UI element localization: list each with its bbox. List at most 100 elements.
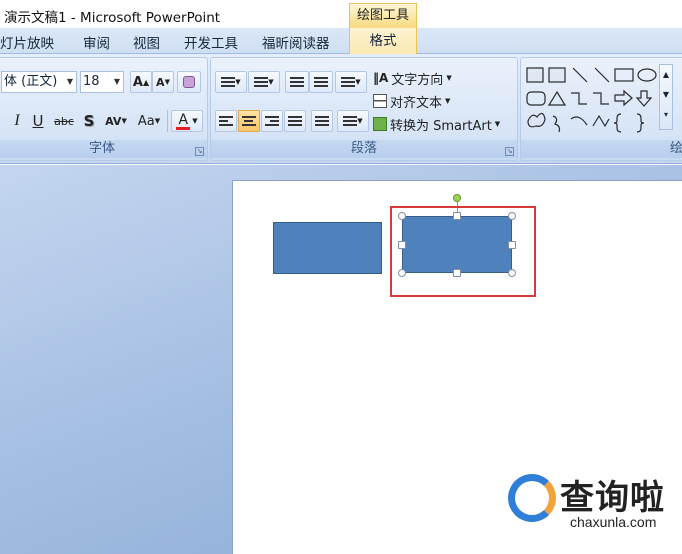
font-group-label: 字体 <box>0 140 207 158</box>
right-brace-shape-icon <box>636 113 645 133</box>
down-arrow-shape-icon <box>635 90 653 107</box>
character-spacing-button[interactable]: AV ▼ <box>102 110 130 132</box>
line-shape-icon <box>572 67 588 83</box>
line-spacing-icon <box>341 75 356 89</box>
case-icon: Aa <box>137 113 155 129</box>
columns-icon <box>343 114 358 128</box>
strikethrough-button[interactable]: abc <box>52 110 76 132</box>
justify-button[interactable] <box>284 110 306 132</box>
increase-indent-button[interactable] <box>309 71 333 93</box>
triangle-shape-icon <box>547 90 567 106</box>
convert-smartart-label: 转换为 SmartArt <box>390 118 492 134</box>
window-title: 演示文稿1 - Microsoft PowerPoint <box>4 10 221 26</box>
font-group: 体 (正文) ▼ 18 ▼ A ▲ A ▼ I U abc S AV ▼ Aa ▼ A <box>0 57 208 161</box>
title-bar: 演示文稿1 - Microsoft PowerPoint 绘图工具 <box>0 0 682 28</box>
shrink-font-button[interactable]: A ▼ <box>152 71 174 93</box>
elbow-arrow-shape-icon <box>593 92 609 105</box>
text-direction-icon: ‖A <box>373 71 389 85</box>
italic-button[interactable]: I <box>9 110 25 132</box>
right-arrow-shape-icon <box>614 89 633 107</box>
align-text-icon <box>373 94 387 108</box>
gallery-scroll[interactable]: ▲ ▼ ▾ <box>659 64 673 130</box>
clear-formatting-button[interactable] <box>177 71 201 93</box>
drawing-group: ▲ ▼ ▾ 绘 <box>520 57 682 161</box>
align-left-button[interactable] <box>215 110 237 132</box>
font-size-combo[interactable]: 18 ▼ <box>80 71 124 93</box>
align-left-icon <box>219 114 233 128</box>
grow-font-button[interactable]: A ▲ <box>130 71 152 93</box>
increase-indent-icon <box>314 75 328 89</box>
tab-review[interactable]: 审阅 <box>83 32 110 52</box>
justify-icon <box>288 114 302 128</box>
align-text-label: 对齐文本 <box>390 95 443 111</box>
rectangle-shape-1[interactable] <box>273 222 382 274</box>
rounded-rectangle-shape-icon <box>526 91 546 106</box>
align-right-button[interactable] <box>261 110 283 132</box>
text-box-shape-icon <box>526 67 544 83</box>
smartart-icon <box>373 117 387 131</box>
left-brace-shape-icon <box>613 113 622 133</box>
numbering-button[interactable]: ▼ <box>248 71 280 93</box>
shapes-gallery[interactable] <box>525 66 659 134</box>
distributed-button[interactable] <box>311 110 333 132</box>
align-center-button[interactable] <box>238 110 260 132</box>
paragraph-dialog-launcher-icon[interactable]: ↘ <box>505 147 514 156</box>
tab-slideshow[interactable]: 灯片放映 <box>0 32 54 52</box>
highlight-box <box>390 206 536 297</box>
text-shadow-button[interactable]: S <box>81 110 97 132</box>
oval-shape-icon <box>637 68 657 82</box>
ribbon: 体 (正文) ▼ 18 ▼ A ▲ A ▼ I U abc S AV ▼ Aa ▼ A <box>0 54 682 164</box>
chevron-down-icon[interactable]: ▼ <box>660 85 672 105</box>
paragraph-group: ▼ ▼ ▼ ‖A 文字方向 ▼ 对齐文本 ▼ 转换为 SmartArt ▼ ▼ … <box>210 57 518 161</box>
ribbon-tabs: 灯片放映 审阅 视图 开发工具 福昕阅读器 格式 <box>0 28 682 55</box>
decrease-indent-button[interactable] <box>285 71 309 93</box>
chevron-down-icon: ▼ <box>66 77 73 86</box>
convert-smartart-button[interactable]: 转换为 SmartArt ▼ <box>373 113 515 135</box>
bullets-button[interactable]: ▼ <box>215 71 247 93</box>
drawing-tools-header: 绘图工具 <box>349 3 417 28</box>
tab-view[interactable]: 视图 <box>133 32 160 52</box>
arc-shape-icon <box>570 116 588 126</box>
paragraph-group-label: 段落 <box>211 140 517 158</box>
tab-format[interactable]: 格式 <box>349 28 417 55</box>
grow-font-icon: A <box>132 74 143 90</box>
bullet-list-icon <box>221 75 236 89</box>
text-direction-label: 文字方向 <box>391 72 444 88</box>
decrease-indent-icon <box>290 75 304 89</box>
eraser-icon <box>183 76 195 88</box>
elbow-connector-shape-icon <box>571 92 587 105</box>
underline-button[interactable]: U <box>30 110 46 132</box>
watermark-brand: 查询啦 <box>560 478 665 518</box>
distributed-icon <box>315 114 329 128</box>
columns-button[interactable]: ▼ <box>337 110 369 132</box>
font-dialog-launcher-icon[interactable]: ↘ <box>195 147 204 156</box>
spacing-icon: AV <box>105 114 122 128</box>
curve-shape-icon <box>592 114 610 128</box>
more-icon[interactable]: ▾ <box>660 105 672 125</box>
font-color-icon: A <box>176 113 191 130</box>
watermark: 查询啦 chaxunla.com <box>508 470 682 554</box>
drawing-group-label: 绘 <box>521 140 682 158</box>
rectangle-shape-icon <box>614 68 634 82</box>
shrink-font-icon: A <box>156 75 165 89</box>
align-center-icon <box>242 114 256 128</box>
align-right-icon <box>265 114 279 128</box>
font-size-value: 18 <box>83 74 100 89</box>
tab-foxit-reader[interactable]: 福昕阅读器 <box>262 32 330 52</box>
numbered-list-icon <box>254 75 269 89</box>
font-name-value: 体 (正文) <box>4 74 58 89</box>
watermark-domain: chaxunla.com <box>570 514 657 530</box>
align-text-button[interactable]: 对齐文本 ▼ <box>373 90 463 112</box>
text-direction-button[interactable]: ‖A 文字方向 ▼ <box>373 67 463 89</box>
tab-developer[interactable]: 开发工具 <box>184 32 238 52</box>
freeform-shape-icon <box>527 112 546 128</box>
change-case-button[interactable]: Aa ▼ <box>134 110 164 132</box>
font-name-combo[interactable]: 体 (正文) ▼ <box>1 71 77 93</box>
rotation-handle[interactable] <box>453 194 461 202</box>
font-color-button[interactable]: A ▼ <box>171 110 203 132</box>
vertical-text-box-shape-icon <box>548 67 566 83</box>
line-spacing-button[interactable]: ▼ <box>335 71 367 93</box>
divider <box>167 110 168 132</box>
chevron-up-icon[interactable]: ▲ <box>660 65 672 85</box>
scribble-shape-icon <box>552 115 561 133</box>
